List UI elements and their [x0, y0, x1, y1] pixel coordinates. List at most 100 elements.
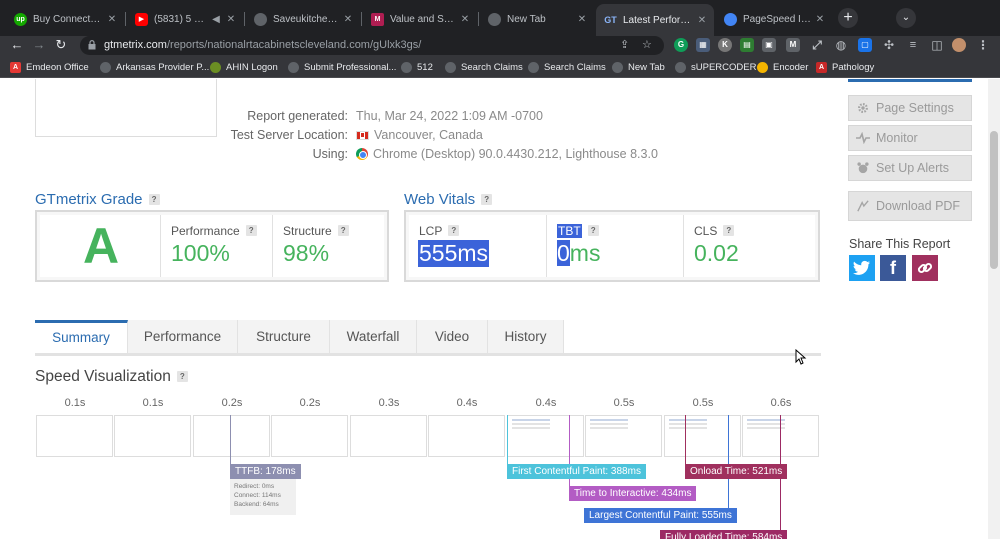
help-icon[interactable]: ? [148, 194, 160, 205]
close-icon[interactable]: ✕ [106, 14, 118, 25]
bookmark-item[interactable]: sUPERCODER [675, 60, 756, 74]
reading-list-icon[interactable]: ≡ [906, 38, 920, 52]
bookmark-star-icon[interactable]: ☆ [642, 38, 652, 52]
close-icon[interactable]: ✕ [459, 14, 471, 25]
upwork-icon: up [14, 12, 27, 26]
close-icon[interactable]: ✕ [696, 15, 708, 26]
tab-structure[interactable]: Structure [238, 320, 330, 353]
filmstrip-frame[interactable] [585, 415, 662, 457]
close-icon[interactable]: ✕ [342, 14, 354, 25]
set-up-alerts-button[interactable]: Set Up Alerts [848, 155, 972, 181]
help-icon[interactable]: ? [587, 225, 599, 236]
extension-m-icon[interactable]: M [786, 38, 800, 52]
extension-image-icon[interactable]: ▣ [762, 38, 776, 52]
browser-tab-new-tab[interactable]: New Tab ✕ [480, 6, 594, 32]
bookmark-icon: A [816, 61, 827, 73]
browser-tab-youtube[interactable]: ▶ (5831) 5 Habi ◀ ✕ [127, 6, 243, 32]
forward-button[interactable]: → [30, 36, 48, 54]
menu-kebab-icon[interactable]: ⋮ [976, 38, 990, 52]
youtube-icon: ▶ [135, 12, 148, 26]
mouse-cursor-icon [795, 349, 807, 365]
gtmetrix-grade-panel: A Performance? 100% Structure? 98% [35, 210, 389, 282]
bookmark-item[interactable]: Arkansas Provider P... [100, 60, 209, 74]
frame-time-label: 0.5s [692, 397, 714, 409]
help-icon[interactable]: ? [723, 225, 735, 236]
browser-tab-saveukitchens[interactable]: Saveukitchens – V ✕ [246, 6, 360, 32]
browser-tab-gtmetrix[interactable]: GT Latest Performanc ✕ [596, 4, 714, 36]
bookmark-item[interactable]: AHIN Logon [210, 60, 278, 74]
help-icon[interactable]: ? [337, 225, 349, 236]
bookmark-item[interactable]: Encoder [757, 60, 808, 74]
grade-letter: A [82, 218, 120, 274]
speaker-icon[interactable]: ◀ [210, 14, 222, 25]
page-content: Report generated: Thu, Mar 24, 2022 1:09… [0, 79, 1000, 539]
filmstrip-frame[interactable] [36, 415, 113, 457]
close-icon[interactable]: ✕ [814, 14, 826, 25]
bookmark-item[interactable]: Submit Professional... [288, 60, 396, 74]
filmstrip-frame[interactable] [350, 415, 427, 457]
close-icon[interactable]: ✕ [225, 14, 237, 25]
share-icon[interactable]: ⇪ [620, 38, 629, 52]
globe-icon[interactable]: ◍ [834, 38, 848, 52]
tti-label: Time to Interactive: 434ms [569, 486, 697, 501]
using-row: Using: Chrome (Desktop) 90.0.4430.212, L… [312, 147, 658, 161]
site-screenshot-thumbnail [35, 79, 217, 137]
address-bar[interactable]: gtmetrix.com/reports/nationalrtacabinets… [80, 36, 664, 55]
tab-performance[interactable]: Performance [128, 320, 238, 353]
extension-chart-icon[interactable]: ▦ [696, 38, 710, 52]
filmstrip-frame[interactable] [428, 415, 505, 457]
fullscreen-icon[interactable]: ⤢ [810, 38, 824, 52]
bookmark-item[interactable]: A Pathology [816, 60, 874, 74]
download-pdf-button[interactable]: Download PDF [848, 191, 972, 221]
lcp-label: Largest Contentful Paint: 555ms [584, 508, 737, 523]
cls-metric: CLS? 0.02 [683, 215, 817, 277]
tab-search-button[interactable]: ⌄ [896, 8, 916, 28]
filmstrip-frame[interactable] [193, 415, 270, 457]
page-settings-button[interactable]: Page Settings [848, 95, 972, 121]
frame-time-label: 0.6s [770, 397, 792, 409]
page-scrollbar[interactable] [988, 79, 1000, 539]
tab-summary[interactable]: Summary [35, 320, 128, 353]
bookmark-icon [757, 61, 768, 73]
browser-tab-upwork[interactable]: up Buy Connects – Up ✕ [6, 6, 124, 32]
extension-green-icon[interactable]: ▤ [740, 38, 754, 52]
browser-tab-value-selection[interactable]: M Value and Selectio ✕ [363, 6, 477, 32]
tbt-metric: TBT? 0ms [546, 215, 682, 277]
bookmark-item[interactable]: New Tab [612, 60, 665, 74]
reload-button[interactable]: ↻ [52, 36, 70, 54]
sidepanel-icon[interactable]: ◫ [930, 38, 944, 52]
extension-blue-icon[interactable]: ▢ [858, 38, 872, 52]
tab-history[interactable]: History [488, 320, 564, 353]
help-icon[interactable]: ? [245, 225, 257, 236]
link-icon[interactable] [912, 255, 938, 281]
filmstrip-frame[interactable] [507, 415, 584, 457]
tab-video[interactable]: Video [417, 320, 488, 353]
bookmark-item[interactable]: Search Claims [528, 60, 606, 74]
facebook-icon[interactable]: f [880, 255, 906, 281]
bookmark-item[interactable]: 512 [401, 60, 433, 74]
browser-tab-title: New Tab [507, 13, 546, 25]
puzzle-icon[interactable]: ✣ [882, 38, 896, 52]
monitor-button[interactable]: Monitor [848, 125, 972, 151]
help-icon[interactable]: ? [176, 371, 188, 382]
browser-tab-pagespeed[interactable]: PageSpeed Insigh ✕ [716, 6, 832, 32]
help-icon[interactable]: ? [448, 225, 460, 236]
frame-time-label: 0.1s [142, 397, 164, 409]
filmstrip-frame[interactable] [664, 415, 741, 457]
twitter-icon[interactable] [849, 255, 875, 281]
avatar[interactable] [952, 38, 966, 52]
filmstrip-frame[interactable] [271, 415, 348, 457]
grammarly-icon[interactable]: G [674, 38, 688, 52]
new-tab-button[interactable]: + [838, 8, 858, 28]
help-icon[interactable]: ? [481, 194, 493, 205]
back-button[interactable]: ← [8, 36, 26, 54]
extension-circle-icon[interactable]: K [718, 38, 732, 52]
chrome-icon [488, 12, 501, 26]
filmstrip-frame[interactable] [114, 415, 191, 457]
close-icon[interactable]: ✕ [576, 14, 588, 25]
scrollbar-thumb[interactable] [990, 131, 998, 269]
globe-icon [401, 61, 412, 73]
bookmark-item[interactable]: A Emdeon Office [10, 60, 89, 74]
tab-waterfall[interactable]: Waterfall [330, 320, 417, 353]
bookmark-item[interactable]: Search Claims [445, 60, 523, 74]
